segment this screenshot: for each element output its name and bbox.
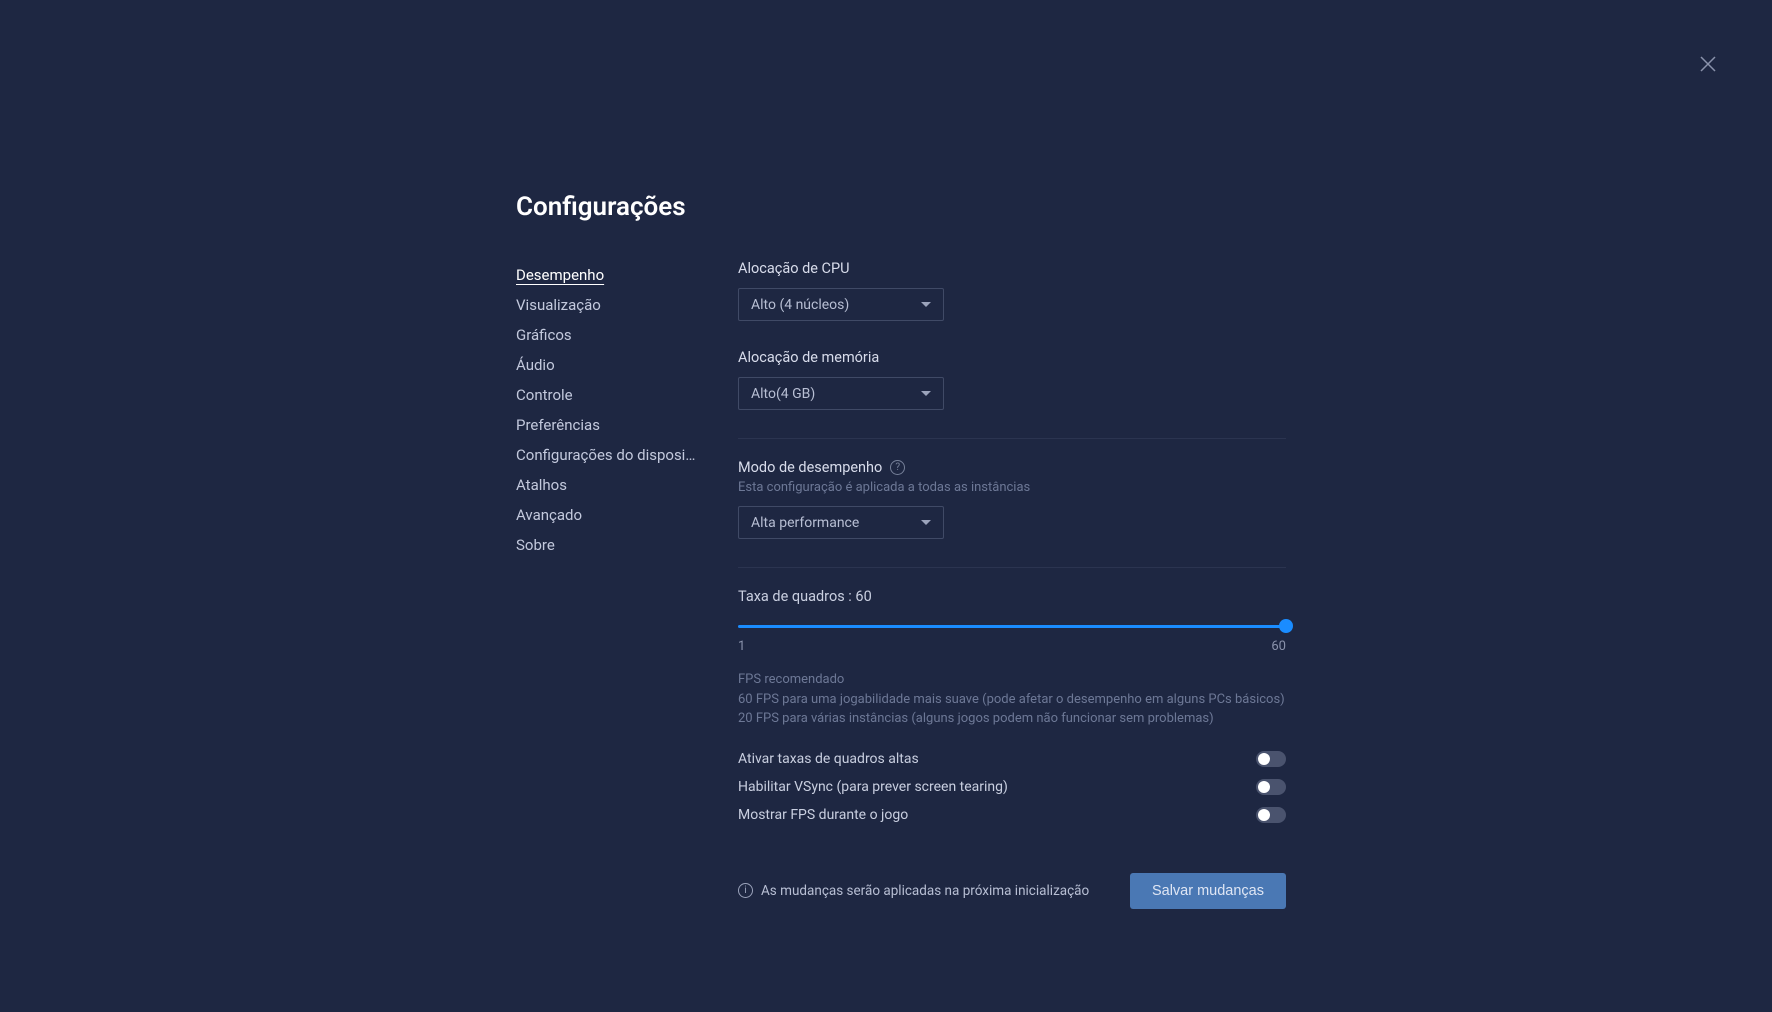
perfmode-label-text: Modo de desempenho [738,459,882,476]
divider [738,438,1286,439]
sidebar-item-graficos[interactable]: Gráficos [516,320,696,350]
save-button[interactable]: Salvar mudanças [1130,873,1286,909]
toggle-row-show-fps: Mostrar FPS durante o jogo [738,801,1286,829]
memory-select[interactable]: Alto(4 GB) [738,377,944,410]
main-panel: Alocação de CPU Alto (4 núcleos) Alocaçã… [738,260,1286,909]
close-button[interactable] [1696,52,1720,76]
help-icon[interactable]: ? [890,460,905,475]
sidebar-item-visualizacao[interactable]: Visualização [516,290,696,320]
fps-slider[interactable] [738,619,1286,633]
toggle-vsync[interactable] [1256,779,1286,795]
fps-label-prefix: Taxa de quadros : [738,588,855,605]
toggle-high-fps[interactable] [1256,751,1286,767]
fps-max: 60 [1271,639,1286,654]
toggle-row-vsync: Habilitar VSync (para prever screen tear… [738,773,1286,801]
fps-value: 60 [855,588,871,605]
sidebar-item-audio[interactable]: Áudio [516,350,696,380]
slider-thumb[interactable] [1279,619,1293,633]
slider-track [738,625,1286,628]
memory-select-value: Alto(4 GB) [751,386,815,402]
info-icon: i [738,883,753,898]
toggle-label-show-fps: Mostrar FPS durante o jogo [738,807,908,823]
cpu-label: Alocação de CPU [738,260,1286,277]
fps-min: 1 [738,639,745,654]
sidebar: Desempenho Visualização Gráficos Áudio C… [516,260,696,909]
toggle-label-vsync: Habilitar VSync (para prever screen tear… [738,779,1008,795]
perfmode-select[interactable]: Alta performance [738,506,944,539]
memory-label: Alocação de memória [738,349,1286,366]
footer-note-text: As mudanças serão aplicadas na próxima i… [761,883,1089,899]
perfmode-sublabel: Esta configuração é aplicada a todas as … [738,480,1286,495]
toggle-label-high-fps: Ativar taxas de quadros altas [738,751,919,767]
toggle-row-high-fps: Ativar taxas de quadros altas [738,745,1286,773]
sidebar-item-atalhos[interactable]: Atalhos [516,470,696,500]
page-title: Configurações [516,192,1286,222]
sidebar-item-avancado[interactable]: Avançado [516,500,696,530]
sidebar-item-preferencias[interactable]: Preferências [516,410,696,440]
footer-note: i As mudanças serão aplicadas na próxima… [738,883,1089,899]
sidebar-item-desempenho[interactable]: Desempenho [516,260,696,290]
chevron-down-icon [921,391,931,396]
perfmode-label: Modo de desempenho ? [738,459,1286,476]
divider [738,567,1286,568]
cpu-select-value: Alto (4 núcleos) [751,297,849,313]
cpu-select[interactable]: Alto (4 núcleos) [738,288,944,321]
chevron-down-icon [921,520,931,525]
sidebar-item-controle[interactable]: Controle [516,380,696,410]
fps-reco-body: 60 FPS para uma jogabilidade mais suave … [738,691,1286,729]
toggle-show-fps[interactable] [1256,807,1286,823]
fps-reco-title: FPS recomendado [738,672,1286,687]
fps-label: Taxa de quadros : 60 [738,588,1286,605]
perfmode-select-value: Alta performance [751,515,859,531]
chevron-down-icon [921,302,931,307]
sidebar-item-config-dispositivo[interactable]: Configurações do dispositi... [516,440,696,470]
sidebar-item-sobre[interactable]: Sobre [516,530,696,560]
